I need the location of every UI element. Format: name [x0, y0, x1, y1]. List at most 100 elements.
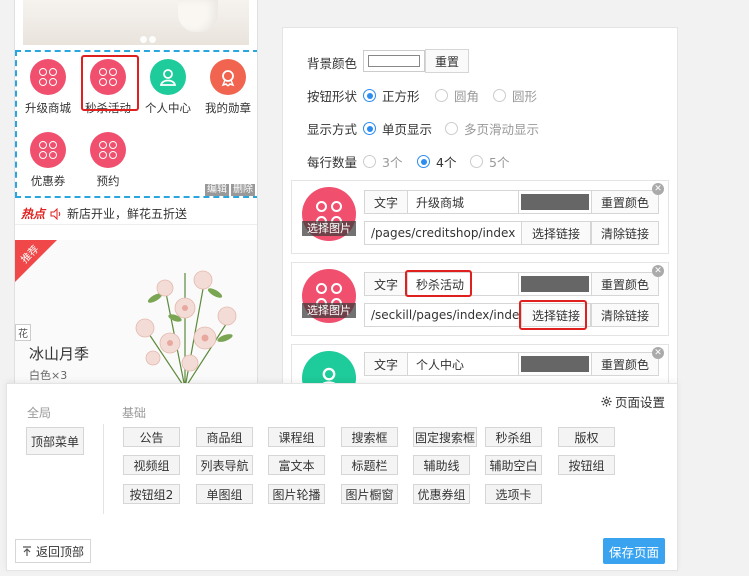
item-text-input[interactable]: 个人中心	[407, 352, 519, 376]
display-single-radio[interactable]: 单页显示	[363, 119, 432, 138]
shape-circle-radio[interactable]: 圆形	[493, 86, 537, 105]
component-title-bar[interactable]: 标题栏	[341, 455, 398, 475]
choose-link-button[interactable]: 选择链接	[521, 221, 591, 245]
nav-button-label: 个人中心	[145, 101, 191, 115]
link-button-highlight	[519, 300, 587, 330]
bg-color-picker[interactable]	[363, 50, 425, 72]
reset-color-button[interactable]: 重置颜色	[591, 272, 659, 296]
back-to-top-button[interactable]: 返回顶部	[15, 539, 91, 563]
arrow-up-icon	[22, 545, 31, 556]
component-single-image[interactable]: 单图组	[196, 484, 253, 504]
nav-icon-circle	[90, 132, 126, 168]
remove-item-icon[interactable]: ✕	[652, 183, 664, 195]
component-seckill-group[interactable]: 秒杀组	[485, 427, 542, 447]
text-highlight	[405, 270, 472, 297]
item-color-picker[interactable]	[518, 272, 592, 296]
nav-icon-circle	[150, 59, 186, 95]
component-rich-text[interactable]: 富文本	[268, 455, 325, 475]
clear-link-button[interactable]: 清除链接	[591, 303, 659, 327]
remove-item-icon[interactable]: ✕	[652, 347, 664, 359]
grid-icon	[39, 141, 57, 159]
page-settings-button[interactable]: 页面设置	[601, 392, 665, 411]
component-fixed-search[interactable]: 固定搜索框	[413, 427, 477, 447]
shape-rounded-radio[interactable]: 圆角	[435, 86, 479, 105]
nav-icon-circle	[30, 132, 66, 168]
selection-highlight	[81, 55, 139, 111]
choose-image-button[interactable]: 选择图片	[302, 221, 356, 236]
text-field-label: 文字	[364, 272, 408, 296]
module-actions: 编辑 删除	[205, 184, 255, 196]
nav-button-label: 我的勋章	[205, 101, 251, 115]
reset-color-button[interactable]: 重置颜色	[591, 352, 659, 376]
per-row-3-radio[interactable]: 3个	[363, 152, 402, 171]
component-top-menu[interactable]: 顶部菜单	[26, 427, 84, 455]
remove-item-icon[interactable]: ✕	[652, 265, 664, 277]
gear-icon	[601, 396, 612, 407]
color-swatch	[521, 194, 589, 210]
grid-icon	[99, 141, 117, 159]
button-item-card: 选择图片 文字 秒杀活动 重置颜色 /seckill/pages/index/i…	[291, 262, 669, 336]
item-text-input[interactable]: 升级商城	[407, 190, 519, 214]
button-item-card: 选择图片 文字 升级商城 重置颜色 /pages/creditshop/inde…	[291, 180, 669, 254]
nav-button[interactable]: 预约	[78, 132, 138, 200]
delete-module-button[interactable]: 删除	[231, 184, 255, 196]
component-guide-line[interactable]: 辅助线	[413, 455, 470, 475]
component-copyright[interactable]: 版权	[558, 427, 615, 447]
shape-square-radio[interactable]: 正方形	[363, 86, 420, 105]
banner-dot[interactable]	[149, 36, 156, 43]
component-course-group[interactable]: 课程组	[268, 427, 325, 447]
component-list-nav[interactable]: 列表导航	[196, 455, 253, 475]
per-row-5-radio[interactable]: 5个	[470, 152, 509, 171]
component-button-group-2[interactable]: 按钮组2	[123, 484, 180, 504]
banner-dot[interactable]	[140, 36, 147, 43]
page-settings-label: 页面设置	[614, 395, 665, 410]
component-toolbar: 页面设置 全局 基础 顶部菜单 公告 商品组 课程组 搜索框 固定搜索框 秒杀组…	[6, 383, 678, 571]
nav-button[interactable]: 优惠券	[18, 132, 78, 200]
back-to-top-label: 返回顶部	[35, 544, 84, 559]
flower-bouquet-image	[135, 270, 237, 389]
settings-panel: 背景颜色 重置 按钮形状 正方形 圆角 圆形 显示方式 单页显示 多页滑动显示 …	[282, 27, 678, 405]
vase-image	[178, 0, 218, 32]
color-swatch	[521, 356, 589, 372]
component-coupon-group[interactable]: 优惠券组	[413, 484, 470, 504]
product-tag: 花	[15, 324, 31, 341]
nav-icon-circle	[210, 59, 246, 95]
choose-image-button[interactable]: 选择图片	[302, 303, 356, 318]
nav-icon-circle	[30, 59, 66, 95]
component-button-group[interactable]: 按钮组	[558, 455, 615, 475]
item-link-input[interactable]: /pages/creditshop/index	[364, 221, 522, 245]
text-field-label: 文字	[364, 352, 408, 376]
nav-button[interactable]: 升级商城	[18, 59, 78, 127]
component-blank-space[interactable]: 辅助空白	[485, 455, 542, 475]
display-multi-radio[interactable]: 多页滑动显示	[445, 119, 539, 138]
save-page-button[interactable]: 保存页面	[603, 538, 665, 564]
nav-button[interactable]: 我的勋章	[198, 59, 257, 127]
banner-image[interactable]	[23, 0, 249, 45]
button-group-module[interactable]: 升级商城 秒杀活动 个人中心 我的勋章 优惠券 预约 编辑 删除	[15, 50, 257, 200]
component-tabs[interactable]: 选项卡	[485, 484, 542, 504]
text-field-label: 文字	[364, 190, 408, 214]
item-link-input[interactable]: /seckill/pages/index/index	[364, 303, 522, 327]
component-search-box[interactable]: 搜索框	[341, 427, 398, 447]
nav-button-label: 预约	[96, 174, 120, 188]
reset-bg-button[interactable]: 重置	[425, 49, 469, 73]
notice-bar[interactable]: 热点 新店开业，鲜花五折送	[15, 203, 257, 225]
component-goods-group[interactable]: 商品组	[196, 427, 253, 447]
component-image-window[interactable]: 图片橱窗	[341, 484, 398, 504]
item-color-picker[interactable]	[518, 352, 592, 376]
component-video-group[interactable]: 视频组	[123, 455, 180, 475]
medal-icon	[221, 70, 235, 87]
nav-button-label: 升级商城	[25, 101, 71, 115]
edit-module-button[interactable]: 编辑	[205, 184, 229, 196]
nav-button[interactable]: 个人中心	[138, 59, 198, 127]
basic-section-title: 基础	[122, 406, 147, 420]
item-color-picker[interactable]	[518, 190, 592, 214]
reset-color-button[interactable]: 重置颜色	[591, 190, 659, 214]
component-notice[interactable]: 公告	[123, 427, 180, 447]
button-item-card: 文字 个人中心 重置颜色 ✕	[291, 344, 669, 405]
component-image-carousel[interactable]: 图片轮播	[268, 484, 325, 504]
clear-link-button[interactable]: 清除链接	[591, 221, 659, 245]
per-row-4-radio[interactable]: 4个	[417, 152, 456, 171]
product-card[interactable]: 推荐 花 冰山月季 白色×3	[15, 240, 257, 390]
shape-label: 按钮形状	[307, 89, 358, 104]
